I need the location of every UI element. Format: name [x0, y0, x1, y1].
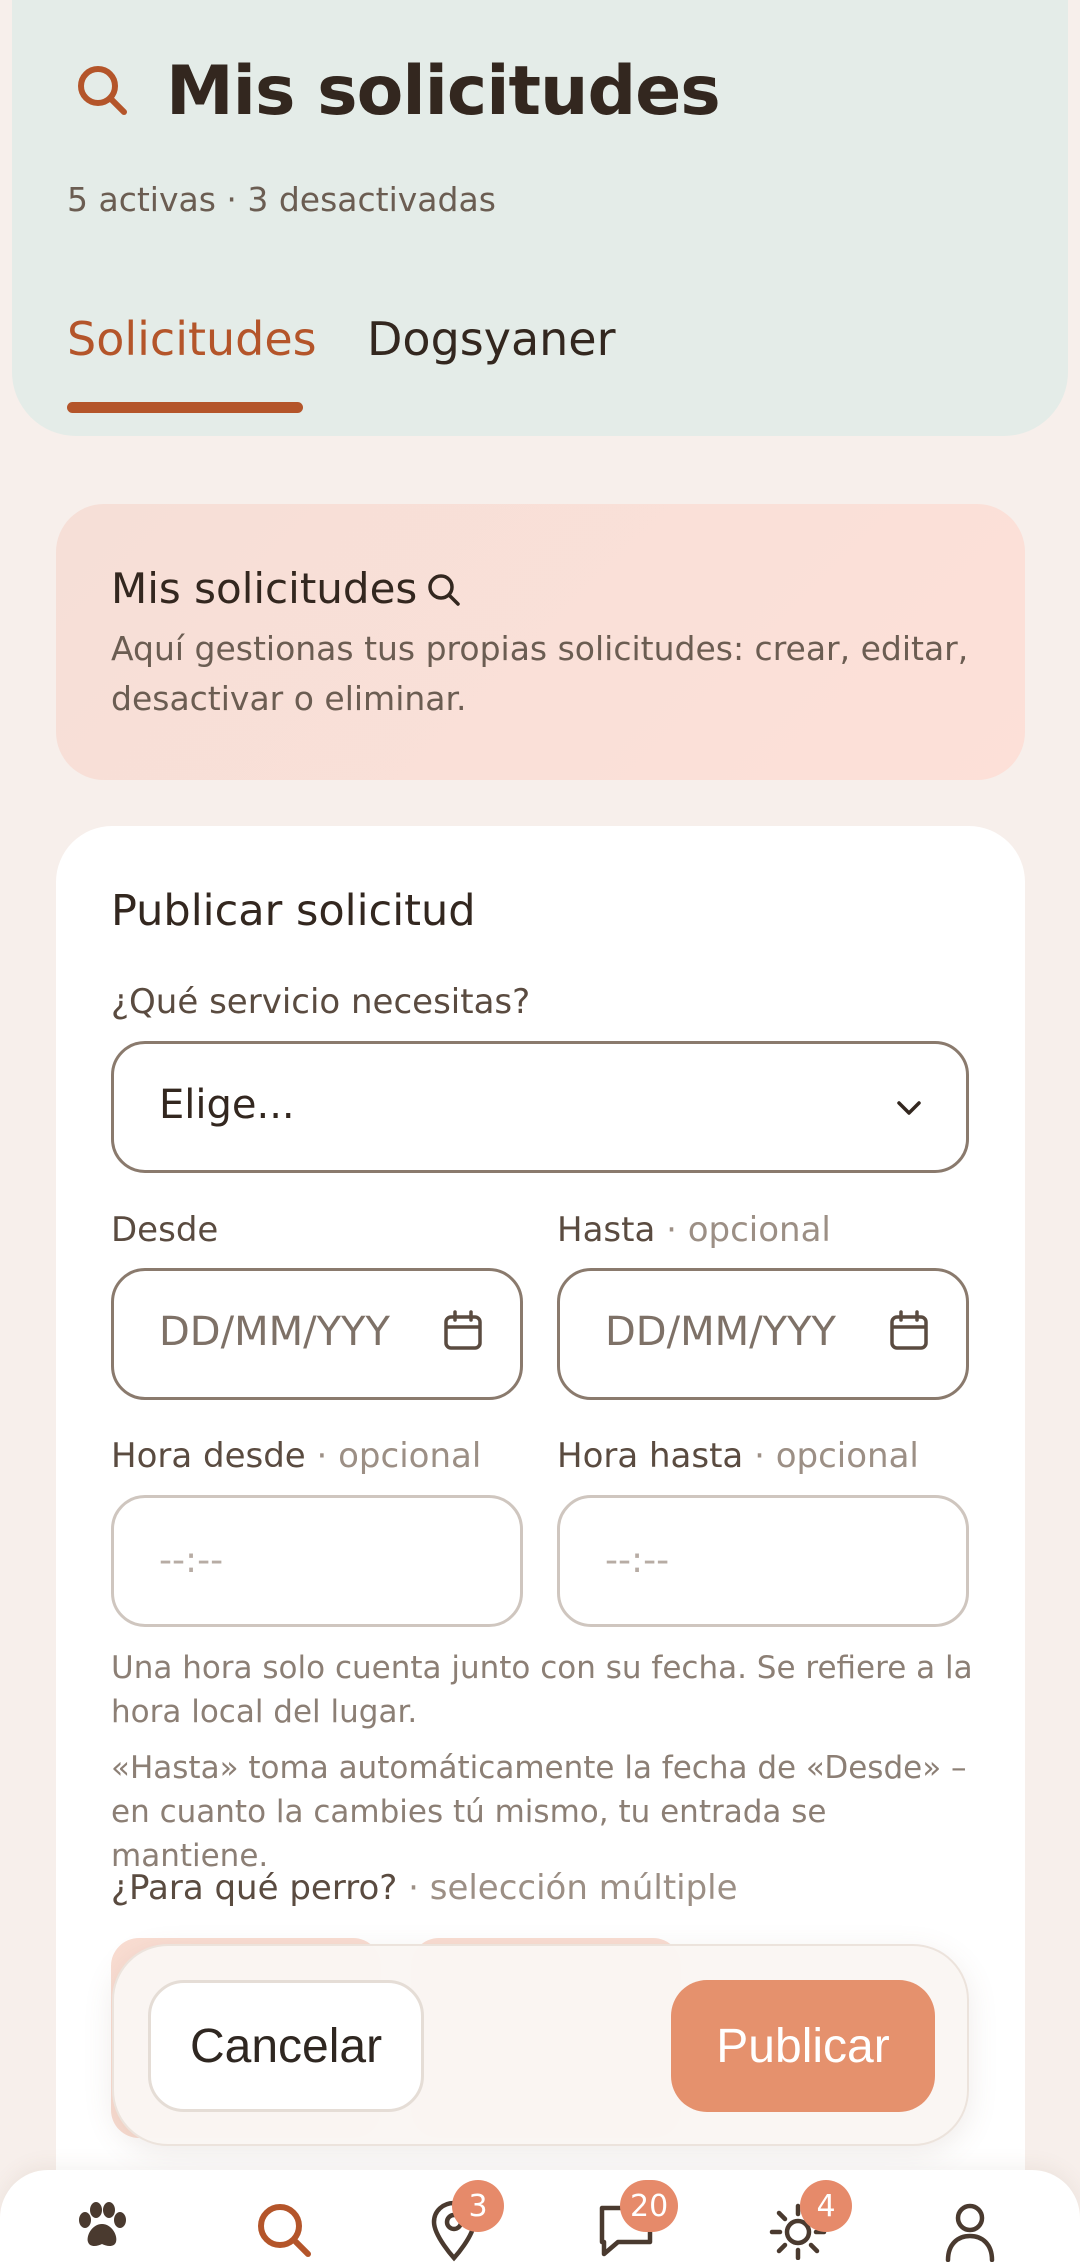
- service-select-value: Elige...: [159, 1082, 295, 1128]
- info-card: Mis solicitudes Aquí gestionas tus propi…: [56, 504, 1025, 780]
- location-pin-icon: [426, 2200, 482, 2266]
- chat-icon: [596, 2205, 656, 2264]
- paw-icon: [72, 2202, 132, 2260]
- search-icon: [74, 62, 130, 122]
- from-date-label-text: Desde: [111, 1210, 219, 1250]
- info-description: Aquí gestionas tus propias solicitudes: …: [111, 629, 969, 718]
- optional-hint: · opcional: [316, 1436, 482, 1476]
- to-date-input[interactable]: DD/MM/YYY: [557, 1268, 969, 1400]
- dog-label-text: ¿Para qué perro?: [111, 1868, 398, 1908]
- nav-profile[interactable]: [940, 2200, 1010, 2263]
- service-label: ¿Qué servicio necesitas?: [111, 982, 531, 1022]
- time-to-label: Hora hasta · opcional: [557, 1436, 919, 1476]
- optional-hint: · opcional: [666, 1210, 831, 1250]
- time-help-text: Una hora solo cuenta junto con su fecha.…: [111, 1650, 973, 1730]
- active-tab-indicator: [67, 402, 303, 413]
- nav-paw[interactable]: [72, 2200, 142, 2260]
- optional-hint: · opcional: [754, 1436, 919, 1476]
- bottom-navigation: 3 20 4: [0, 2170, 1080, 2268]
- from-date-input[interactable]: DD/MM/YYY: [111, 1268, 523, 1400]
- nav-messages[interactable]: 20: [596, 2180, 679, 2260]
- tab-solicitudes[interactable]: Solicitudes: [67, 312, 317, 366]
- multi-select-hint: · selección múltiple: [408, 1868, 738, 1908]
- page-subtitle: 5 activas · 3 desactivadas: [67, 180, 496, 219]
- nav-map[interactable]: 3: [426, 2180, 504, 2262]
- to-date-label-text: Hasta: [557, 1210, 656, 1250]
- search-icon: [254, 2204, 314, 2264]
- time-from-label: Hora desde · opcional: [111, 1436, 481, 1476]
- nav-updates[interactable]: 4: [768, 2180, 852, 2261]
- dog-label: ¿Para qué perro? · selección múltiple: [111, 1868, 738, 1908]
- cancel-button[interactable]: Cancelar: [148, 1980, 424, 2112]
- from-date-label: Desde: [111, 1210, 218, 1250]
- from-date-placeholder: DD/MM/YYY: [159, 1309, 390, 1355]
- time-from-input[interactable]: --:--: [111, 1495, 523, 1627]
- tab-dogsyaner[interactable]: Dogsyaner: [367, 312, 616, 366]
- calendar-icon[interactable]: [441, 1309, 485, 1357]
- form-action-bar: Cancelar Publicar: [112, 1944, 969, 2146]
- user-icon: [940, 2203, 1000, 2266]
- date-help-text: «Hasta» toma automáticamente la fecha de…: [111, 1750, 967, 1874]
- time-to-placeholder: --:--: [605, 1540, 670, 1581]
- calendar-icon[interactable]: [887, 1309, 931, 1357]
- header: Mis solicitudes 5 activas · 3 desactivad…: [12, 0, 1068, 436]
- time-from-label-text: Hora desde: [111, 1436, 306, 1476]
- sun-icon: [768, 2203, 828, 2264]
- publish-button[interactable]: Publicar: [671, 1980, 935, 2112]
- notification-badge: 4: [800, 2180, 852, 2232]
- form-title: Publicar solicitud: [111, 886, 476, 936]
- search-icon: [426, 572, 462, 612]
- service-select[interactable]: Elige...: [111, 1041, 969, 1173]
- info-title: Mis solicitudes: [111, 564, 418, 613]
- time-to-label-text: Hora hasta: [557, 1436, 744, 1476]
- chevron-down-icon: [894, 1096, 924, 1124]
- to-date-placeholder: DD/MM/YYY: [605, 1309, 836, 1355]
- time-from-placeholder: --:--: [159, 1540, 224, 1581]
- page-title: Mis solicitudes: [166, 52, 721, 131]
- time-to-input[interactable]: --:--: [557, 1495, 969, 1627]
- notification-badge: 3: [452, 2180, 504, 2232]
- to-date-label: Hasta · opcional: [557, 1210, 831, 1250]
- notification-badge: 20: [620, 2180, 679, 2232]
- nav-search[interactable]: [254, 2200, 324, 2260]
